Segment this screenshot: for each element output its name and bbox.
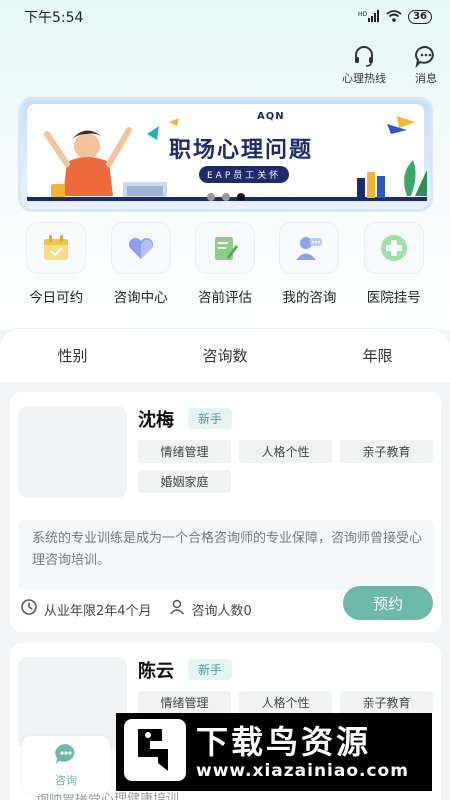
specialty-tag: 婚姻家庭 xyxy=(138,470,231,493)
tab-consult[interactable]: 咨询 xyxy=(22,736,110,794)
quick-label: 我的咨询 xyxy=(282,290,337,306)
specialty-tag: 人格个性 xyxy=(239,440,332,463)
clipboard-edit-icon xyxy=(194,222,255,274)
carousel-dot[interactable] xyxy=(206,193,215,201)
calendar-check-icon xyxy=(26,222,87,274)
header-actions: 心理热线 消息 xyxy=(342,44,438,86)
specialty-tag: 亲子教育 xyxy=(340,440,433,463)
specialty-tag: 情绪管理 xyxy=(138,691,231,714)
level-badge: 新手 xyxy=(188,408,233,429)
watermark-url: www.xiazainiao.com xyxy=(196,761,409,781)
quick-actions: 今日可约 咨询中心 咨前评估 我的咨询 医院挂号 xyxy=(0,222,450,306)
clock-icon xyxy=(20,598,38,620)
quick-my-consult[interactable]: 我的咨询 xyxy=(271,222,347,306)
filter-years[interactable]: 年限 xyxy=(362,345,392,366)
medical-cross-icon xyxy=(363,222,424,274)
message-label: 消息 xyxy=(415,72,437,85)
user-icon xyxy=(168,598,186,620)
filter-bar: 性别 咨询数 年限 xyxy=(0,328,450,382)
banner-tag: EAP员工关怀 xyxy=(199,166,290,183)
specialty-tags: 情绪管理 人格个性 亲子教育 xyxy=(138,691,436,714)
message-button[interactable]: 消息 xyxy=(414,44,438,86)
watermark-title: 下载鸟资源 xyxy=(196,723,372,761)
signal-icon: HD xyxy=(358,9,380,25)
hotline-label: 心理热线 xyxy=(342,72,386,85)
specialty-tag: 亲子教育 xyxy=(340,691,433,714)
battery-icon: 36 xyxy=(408,10,432,24)
book-button[interactable]: 预约 xyxy=(343,586,433,620)
banner-title: 职场心理问题 xyxy=(169,137,314,163)
counselor-photo xyxy=(18,406,127,498)
quick-label: 医院挂号 xyxy=(366,290,421,306)
quick-label: 今日可约 xyxy=(29,290,84,306)
counselor-card[interactable]: 沈梅 新手 情绪管理 人格个性 亲子教育 婚姻家庭 系统的专业训练是成为一个合格… xyxy=(10,392,441,632)
wifi-icon xyxy=(386,9,402,25)
quick-consult-center[interactable]: 咨询中心 xyxy=(103,222,179,306)
bird-logo-icon xyxy=(124,719,186,785)
counselor-name: 陈云 xyxy=(138,661,174,682)
quick-label: 咨前评估 xyxy=(197,290,252,306)
hotline-button[interactable]: 心理热线 xyxy=(342,44,386,86)
specialty-tag: 情绪管理 xyxy=(138,440,231,463)
level-badge: 新手 xyxy=(188,659,233,680)
message-icon xyxy=(414,44,438,69)
consult-count-text: 咨询人数0 xyxy=(191,603,252,619)
user-chat-icon xyxy=(279,222,340,274)
heart-icon xyxy=(110,222,171,274)
quick-label: 咨询中心 xyxy=(113,290,168,306)
specialty-tags: 情绪管理 人格个性 亲子教育 婚姻家庭 xyxy=(138,440,436,493)
quick-today-available[interactable]: 今日可约 xyxy=(18,222,94,306)
filter-gender[interactable]: 性别 xyxy=(57,345,87,366)
watermark: 下载鸟资源 www.xiazainiao.com xyxy=(116,713,432,791)
experience-text: 从业年限2年4个月 xyxy=(44,603,152,619)
chat-bubble-icon xyxy=(53,742,79,770)
quick-hospital-register[interactable]: 医院挂号 xyxy=(356,222,432,306)
tab-label: 咨询 xyxy=(55,774,77,787)
carousel-dot[interactable] xyxy=(221,193,230,201)
banner-subtitle: AQN xyxy=(257,111,285,122)
status-bar: 下午5:54 HD 36 xyxy=(0,0,450,34)
status-time: 下午5:54 xyxy=(24,10,84,26)
filter-consult-count[interactable]: 咨询数 xyxy=(202,345,247,366)
counselor-name: 沈梅 xyxy=(138,410,174,431)
promo-banner[interactable]: AQN 职场心理问题 EAP员工关怀 xyxy=(18,97,433,212)
svg-text:HD: HD xyxy=(358,11,368,18)
headset-icon xyxy=(352,44,376,68)
specialty-tag: 人格个性 xyxy=(239,691,332,714)
carousel-dot-active[interactable] xyxy=(236,193,245,201)
carousel-indicator xyxy=(21,193,430,201)
counselor-description: 系统的专业训练是成为一个合格咨询师的专业保障，咨询师曾接受心理咨询培训。 xyxy=(18,520,434,590)
quick-pre-assessment[interactable]: 咨前评估 xyxy=(187,222,263,306)
